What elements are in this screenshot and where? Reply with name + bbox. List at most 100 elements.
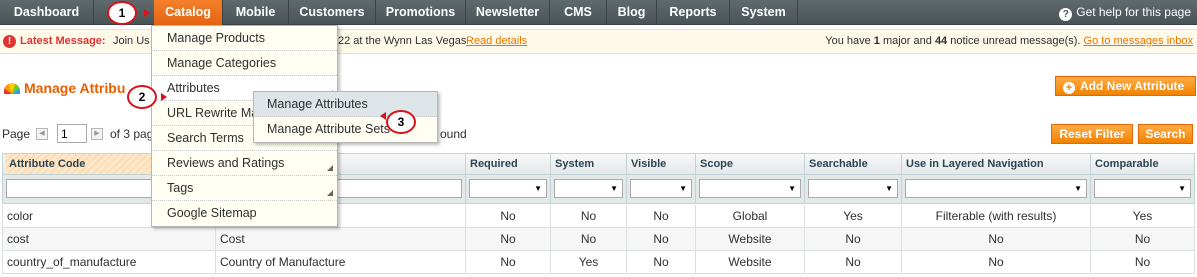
page-label: Page <box>2 127 31 141</box>
col-searchable[interactable]: Searchable <box>805 154 902 174</box>
menu-item-manage-products[interactable]: Manage Products <box>152 26 337 51</box>
col-layered-navigation[interactable]: Use in Layered Navigation <box>902 154 1091 174</box>
cell-required: No <box>466 228 551 250</box>
submenu-indicator-icon <box>327 165 333 171</box>
help-link[interactable]: ? Get help for this page <box>1059 0 1191 25</box>
cell-system: No <box>551 228 627 250</box>
help-label: Get help for this page <box>1076 5 1191 19</box>
nav-promotions[interactable]: Promotions <box>376 0 466 25</box>
nav-dashboard[interactable]: Dashboard <box>0 0 94 25</box>
message-text-end: 22 at the Wynn Las Vegas <box>338 35 467 47</box>
step-3-callout: 3 <box>386 110 416 134</box>
prev-page-icon[interactable]: ◀ <box>36 128 48 140</box>
col-visible[interactable]: Visible <box>627 154 696 174</box>
filter-cell: ▼ <box>1091 175 1194 203</box>
filter-comparable-select[interactable]: ▼ <box>1094 179 1191 198</box>
cell-comparable: Yes <box>1132 209 1153 223</box>
chevron-down-icon: ▼ <box>679 184 687 193</box>
step-1-pointer-icon <box>144 9 150 17</box>
cell-comparable: No <box>1134 255 1151 269</box>
cell-system: Yes <box>551 251 627 273</box>
nav-system[interactable]: System <box>730 0 798 25</box>
message-summary: You have 1 major and 44 notice unread me… <box>825 35 1193 47</box>
message-text-start: Join Us <box>113 35 150 47</box>
pager: Page ◀ ▶ of 3 pag <box>2 124 153 144</box>
plus-icon: + <box>1063 82 1075 94</box>
cell-searchable: Yes <box>805 205 902 227</box>
col-required[interactable]: Required <box>466 154 551 174</box>
reset-filter-button[interactable]: Reset Filter <box>1051 124 1133 144</box>
menu-item-tags[interactable]: Tags <box>152 176 337 201</box>
step-2-pointer-icon <box>161 93 167 101</box>
chevron-down-icon: ▼ <box>534 184 542 193</box>
filter-cell: ▼ <box>627 175 696 203</box>
cell-layered-navigation: Filterable (with results) <box>902 205 1091 227</box>
nav-customers[interactable]: Customers <box>289 0 376 25</box>
top-navigation: Dashboard Catalog Mobile Customers Promo… <box>0 0 1197 25</box>
cell-attribute-label: Country of Manufacture <box>216 251 466 273</box>
cell-attribute-label: Cost <box>216 228 466 250</box>
menu-item-manage-categories[interactable]: Manage Categories <box>152 51 337 76</box>
cell-visible: No <box>627 228 696 250</box>
messages-inbox-link[interactable]: Go to messages inbox <box>1084 35 1193 47</box>
cell-visible: No <box>627 251 696 273</box>
page-title-text: Manage Attribu <box>24 80 126 96</box>
filter-cell: ▼ <box>551 175 627 203</box>
step-3-pointer-icon <box>380 112 386 120</box>
filter-layered-navigation-select[interactable]: ▼ <box>905 179 1087 198</box>
submenu-indicator-icon <box>327 190 333 196</box>
filter-visible-select[interactable]: ▼ <box>630 179 692 198</box>
cell-searchable: No <box>805 228 902 250</box>
table-row[interactable]: cost Cost No No No Website No No No <box>2 228 1195 251</box>
col-comparable[interactable]: Comparable <box>1091 154 1196 174</box>
records-found-text: ound <box>440 127 467 141</box>
chevron-down-icon: ▼ <box>1178 184 1186 193</box>
read-details-link[interactable]: Read details <box>466 30 527 53</box>
menu-item-reviews-ratings[interactable]: Reviews and Ratings <box>152 151 337 176</box>
cell-visible: No <box>627 205 696 227</box>
nav-catalog[interactable]: Catalog <box>154 0 223 25</box>
warning-icon: ! <box>3 35 16 48</box>
page-number-input[interactable] <box>57 124 87 143</box>
cell-layered-navigation: No <box>902 251 1091 273</box>
table-row[interactable]: country_of_manufacture Country of Manufa… <box>2 251 1195 274</box>
cell-attribute-code: cost <box>3 228 216 250</box>
search-button[interactable]: Search <box>1138 124 1193 144</box>
cell-comparable: No <box>1134 232 1151 246</box>
col-scope[interactable]: Scope <box>696 154 805 174</box>
menu-item-google-sitemap[interactable]: Google Sitemap <box>152 201 337 226</box>
nav-newsletter[interactable]: Newsletter <box>466 0 550 25</box>
chevron-down-icon: ▼ <box>885 184 893 193</box>
filter-required-select[interactable]: ▼ <box>469 179 547 198</box>
chevron-down-icon: ▼ <box>788 184 796 193</box>
cell-scope: Website <box>696 251 805 273</box>
filter-system-select[interactable]: ▼ <box>554 179 623 198</box>
cell-required: No <box>466 251 551 273</box>
cell-scope: Global <box>696 205 805 227</box>
cell-scope: Website <box>696 228 805 250</box>
next-page-icon[interactable]: ▶ <box>91 128 103 140</box>
filter-cell: ▼ <box>696 175 805 203</box>
chevron-down-icon: ▼ <box>610 184 618 193</box>
cell-searchable: No <box>805 251 902 273</box>
cell-layered-navigation: No <box>902 228 1091 250</box>
cell-attribute-code: country_of_manufacture <box>3 251 216 273</box>
filter-scope-select[interactable]: ▼ <box>699 179 801 198</box>
add-new-attribute-button[interactable]: + Add New Attribute <box>1055 76 1196 96</box>
chevron-down-icon: ▼ <box>1074 184 1082 193</box>
rainbow-icon <box>4 83 20 94</box>
page-title: Manage Attribu <box>4 80 125 96</box>
nav-blog[interactable]: Blog <box>607 0 657 25</box>
filter-cell: ▼ <box>805 175 902 203</box>
col-system[interactable]: System <box>551 154 627 174</box>
nav-cms[interactable]: CMS <box>550 0 607 25</box>
nav-reports[interactable]: Reports <box>657 0 730 25</box>
latest-message-label: Latest Message: <box>20 35 106 47</box>
cell-system: No <box>551 205 627 227</box>
cell-required: No <box>466 205 551 227</box>
step-2-callout: 2 <box>127 85 157 109</box>
page-count-text: of 3 pag <box>110 127 154 141</box>
nav-mobile[interactable]: Mobile <box>223 0 289 25</box>
filter-searchable-select[interactable]: ▼ <box>808 179 898 198</box>
help-icon: ? <box>1059 8 1073 21</box>
